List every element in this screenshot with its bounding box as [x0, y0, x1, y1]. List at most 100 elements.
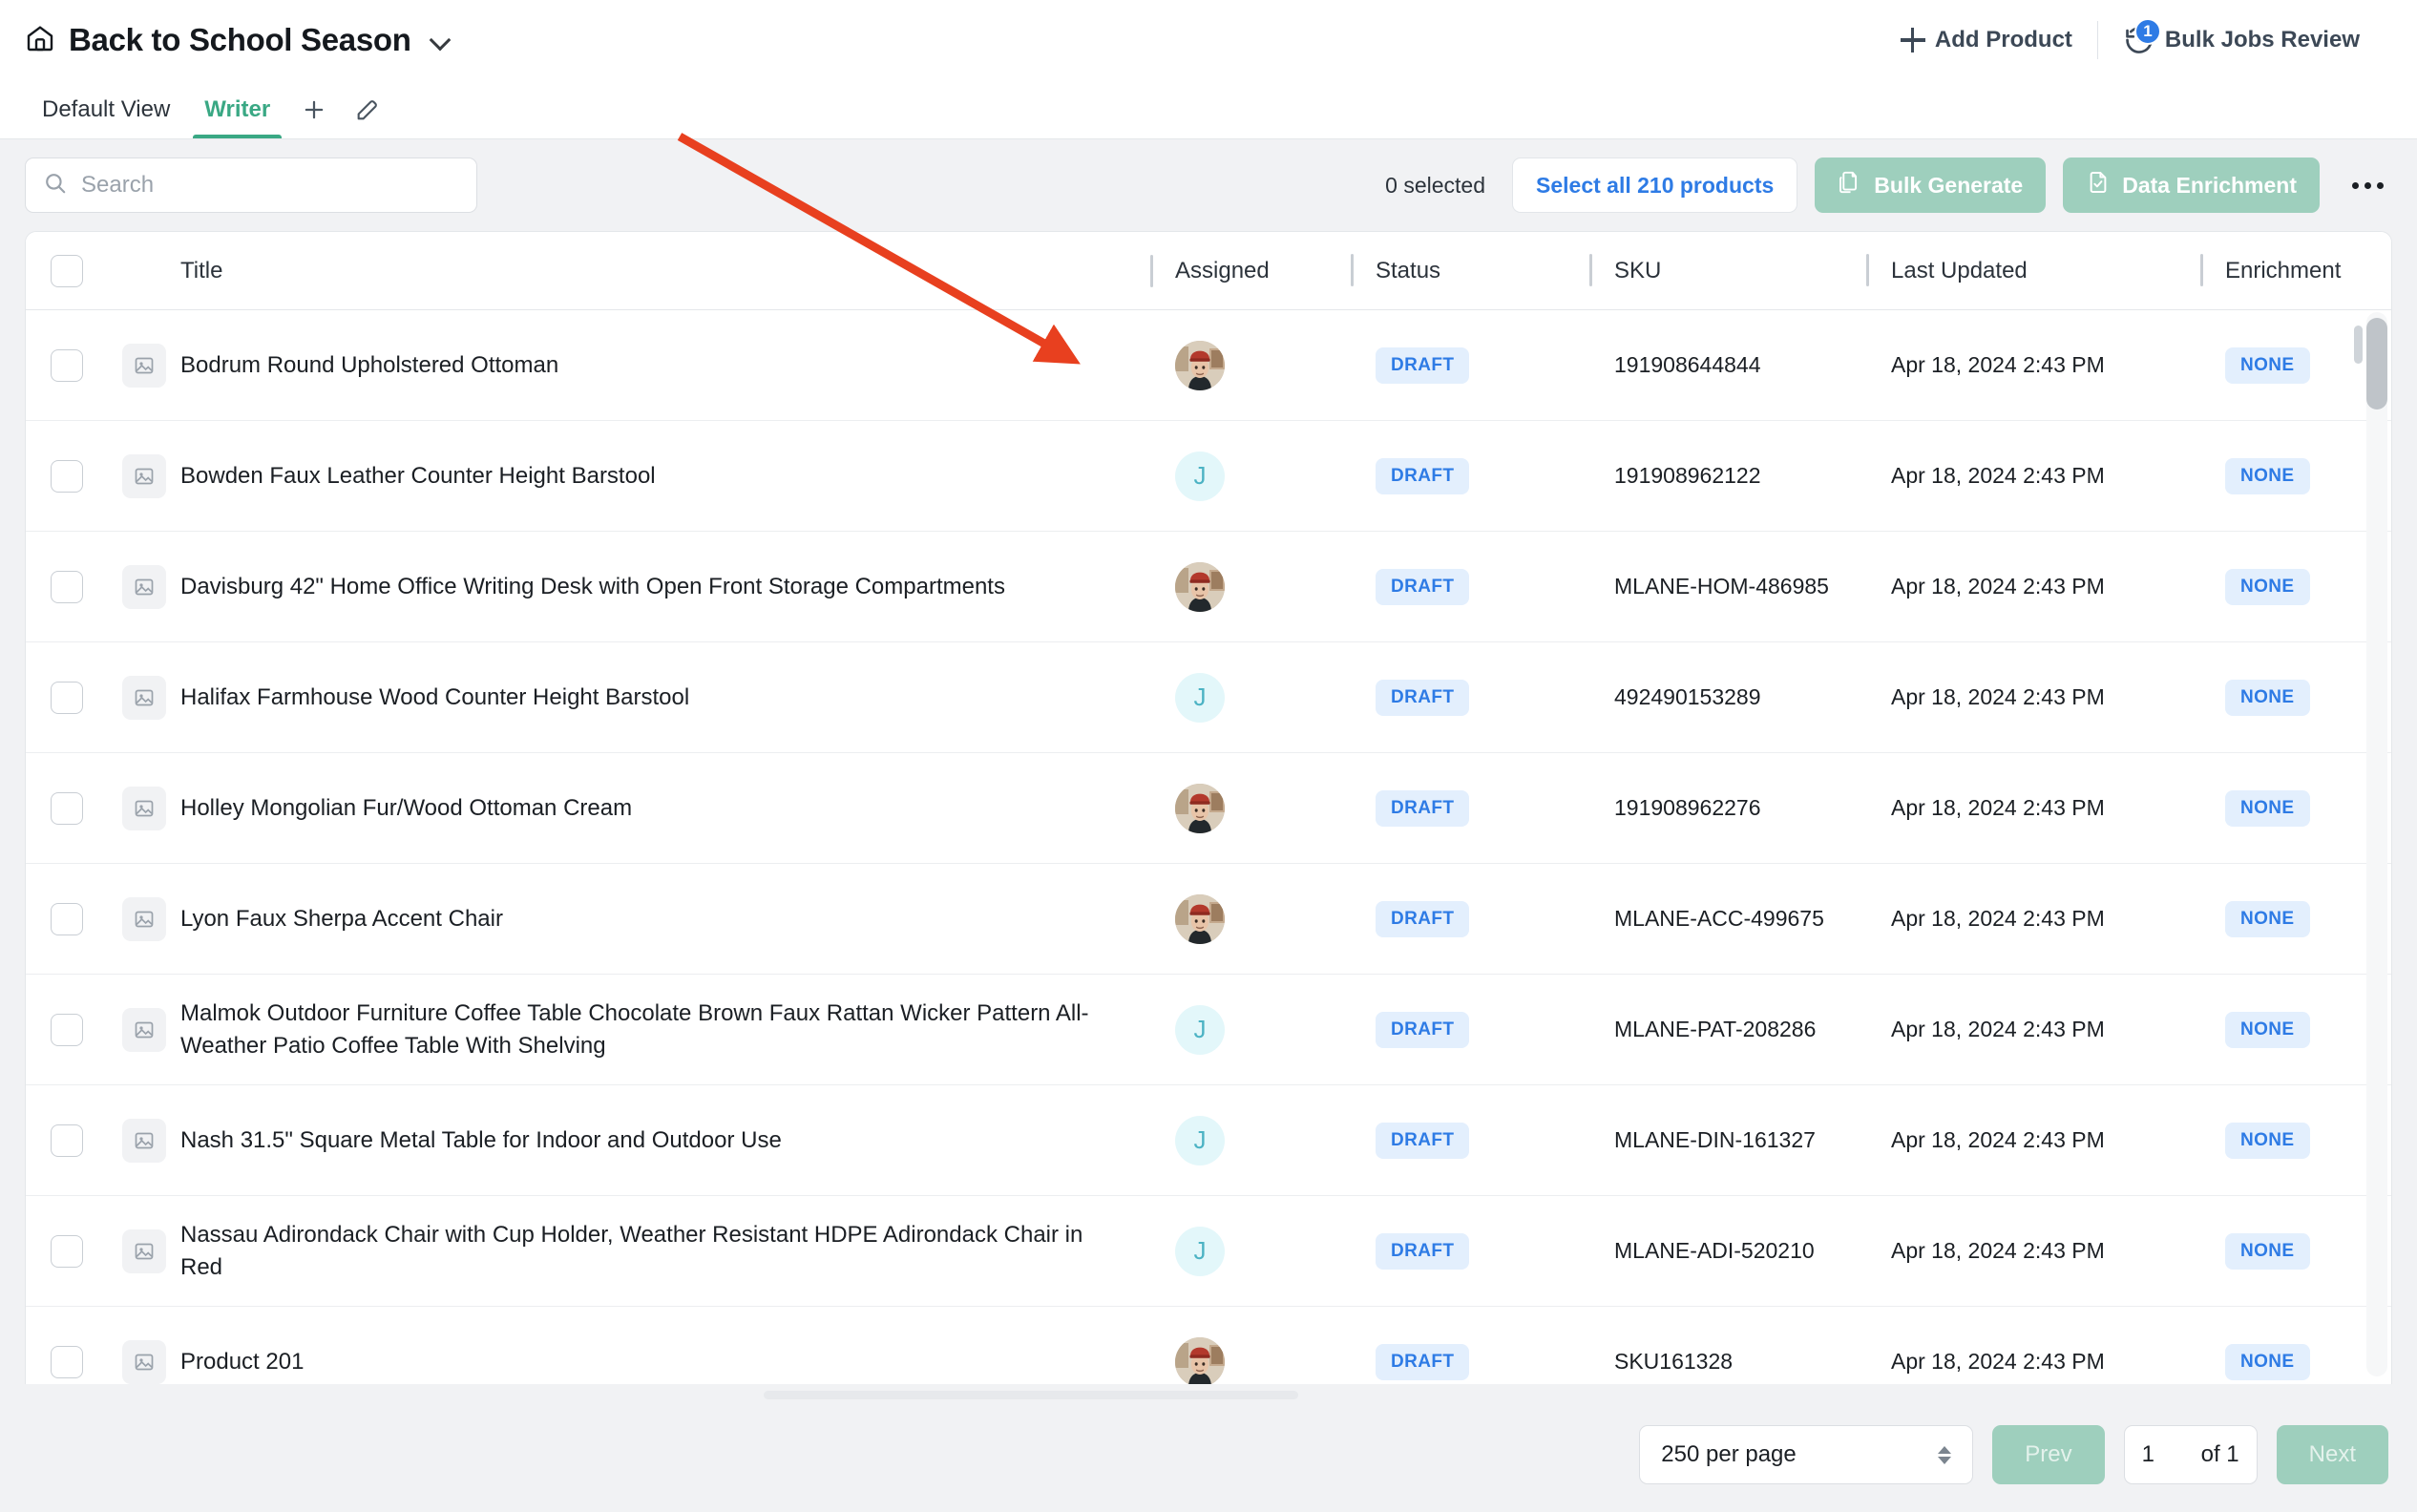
tab-default-view[interactable]: Default View [25, 96, 187, 138]
column-header-title[interactable]: Title [180, 258, 222, 284]
avatar[interactable]: J [1175, 1004, 1225, 1055]
row-title-cell[interactable]: Nassau Adirondack Chair with Cup Holder,… [180, 1219, 1150, 1282]
image-placeholder-icon[interactable] [122, 1228, 166, 1273]
table-row[interactable]: Halifax Farmhouse Wood Counter Height Ba… [26, 642, 2391, 753]
avatar[interactable]: J [1175, 1226, 1225, 1276]
bulk-generate-button[interactable]: Bulk Generate [1815, 158, 2047, 213]
add-product-button[interactable]: Add Product [1876, 17, 2097, 63]
chevron-down-icon[interactable] [431, 31, 450, 50]
row-title-cell[interactable]: Malmok Outdoor Furniture Coffee Table Ch… [180, 998, 1150, 1060]
row-checkbox[interactable] [51, 902, 83, 935]
avatar[interactable]: J [1175, 451, 1225, 501]
row-checkbox[interactable] [51, 1013, 83, 1046]
last-updated-value: Apr 18, 2024 2:43 PM [1891, 905, 2105, 931]
page-number-value[interactable]: 1 [2142, 1441, 2154, 1468]
row-assigned-cell [1150, 783, 1351, 833]
row-checkbox-cell [26, 348, 108, 382]
row-title-cell[interactable]: Lyon Faux Sherpa Accent Chair [180, 903, 1150, 934]
column-resize-handle[interactable] [2354, 326, 2363, 364]
table-row[interactable]: Bowden Faux Leather Counter Height Barst… [26, 421, 2391, 532]
image-placeholder-icon[interactable] [122, 343, 166, 388]
next-page-button[interactable]: Next [2276, 1425, 2388, 1484]
search-box[interactable] [25, 158, 477, 213]
product-title: Product 201 [180, 1348, 305, 1375]
edit-view-button[interactable] [341, 96, 394, 138]
row-title-cell[interactable]: Bodrum Round Upholstered Ottoman [180, 349, 1150, 381]
row-checkbox[interactable] [51, 348, 83, 382]
search-input[interactable] [81, 172, 459, 199]
avatar[interactable] [1175, 561, 1225, 612]
image-placeholder-icon[interactable] [122, 564, 166, 609]
table-row[interactable]: Lyon Faux Sherpa Accent Chair DRAFT MLANE-… [26, 864, 2391, 975]
bulk-jobs-review-button[interactable]: 1 Bulk Jobs Review [2098, 17, 2385, 63]
select-all-checkbox[interactable] [51, 254, 83, 287]
row-title-cell[interactable]: Holley Mongolian Fur/Wood Ottoman Cream [180, 792, 1150, 824]
row-status-cell: DRAFT [1351, 1343, 1589, 1380]
page-number-input-group[interactable]: 1 of 1 [2123, 1425, 2258, 1484]
row-sku-cell: SKU161328 [1589, 1347, 1866, 1377]
table-vertical-scrollbar-thumb[interactable] [2366, 318, 2387, 410]
table-row[interactable]: Bodrum Round Upholstered Ottoman DRAFT 191… [26, 310, 2391, 421]
image-placeholder-icon[interactable] [122, 453, 166, 498]
avatar[interactable]: J [1175, 672, 1225, 723]
image-placeholder-icon[interactable] [122, 1007, 166, 1052]
row-sku-cell: MLANE-ADI-520210 [1589, 1236, 1866, 1267]
row-checkbox[interactable] [51, 459, 83, 493]
row-title-cell[interactable]: Davisburg 42" Home Office Writing Desk w… [180, 571, 1150, 602]
column-header-assigned[interactable]: Assigned [1175, 258, 1270, 284]
column-header-last-updated[interactable]: Last Updated [1891, 258, 2028, 284]
image-placeholder-icon[interactable] [122, 675, 166, 720]
row-checkbox[interactable] [51, 791, 83, 825]
column-header-status[interactable]: Status [1376, 258, 1440, 284]
row-enrichment-cell: NONE [2200, 679, 2391, 716]
row-last-updated-cell: Apr 18, 2024 2:43 PM [1866, 682, 2200, 713]
column-header-enrichment[interactable]: Enrichment [2225, 258, 2341, 284]
per-page-select[interactable]: 250 per page [1639, 1425, 1974, 1484]
add-view-button[interactable] [287, 96, 341, 138]
workspace-selector[interactable]: Back to School Season [25, 22, 450, 58]
table-row[interactable]: Holley Mongolian Fur/Wood Ottoman Cream D… [26, 753, 2391, 864]
prev-page-button[interactable]: Prev [1992, 1425, 2105, 1484]
image-placeholder-icon[interactable] [122, 1118, 166, 1163]
product-catalog-page: Back to School Season Add Product 1 Bulk [0, 0, 2417, 1512]
avatar[interactable] [1175, 893, 1225, 944]
row-checkbox[interactable] [51, 1234, 83, 1268]
row-checkbox[interactable] [51, 1345, 83, 1378]
status-badge: DRAFT [1376, 900, 1470, 937]
row-last-updated-cell: Apr 18, 2024 2:43 PM [1866, 1236, 2200, 1267]
row-checkbox[interactable] [51, 681, 83, 714]
per-page-label: 250 per page [1661, 1441, 1797, 1467]
status-badge: DRAFT [1376, 679, 1470, 716]
avatar[interactable] [1175, 1336, 1225, 1384]
table-vertical-scrollbar-track[interactable] [2366, 312, 2387, 1376]
row-sku-cell: MLANE-ACC-499675 [1589, 904, 1866, 934]
more-horizontal-icon[interactable] [2343, 160, 2392, 210]
row-sku-cell: 191908962276 [1589, 793, 1866, 824]
row-checkbox[interactable] [51, 570, 83, 603]
column-header-sku[interactable]: SKU [1614, 258, 1661, 284]
image-placeholder-icon[interactable] [122, 1339, 166, 1384]
table-row[interactable]: Nash 31.5" Square Metal Table for Indoor… [26, 1085, 2391, 1196]
enrichment-badge: NONE [2225, 568, 2310, 605]
data-enrichment-button[interactable]: Data Enrichment [2063, 158, 2320, 213]
table-row[interactable]: Nassau Adirondack Chair with Cup Holder,… [26, 1196, 2391, 1307]
image-placeholder-icon[interactable] [122, 786, 166, 830]
row-assigned-cell: J [1150, 672, 1351, 723]
row-enrichment-cell: NONE [2200, 346, 2391, 384]
image-placeholder-icon[interactable] [122, 896, 166, 941]
select-all-products-button[interactable]: Select all 210 products [1512, 158, 1798, 213]
avatar[interactable] [1175, 340, 1225, 390]
history-clock-icon: 1 [2123, 18, 2161, 56]
row-title-cell[interactable]: Product 201 [180, 1346, 1150, 1377]
row-checkbox[interactable] [51, 1124, 83, 1157]
avatar[interactable] [1175, 783, 1225, 833]
table-row[interactable]: Malmok Outdoor Furniture Coffee Table Ch… [26, 975, 2391, 1085]
tab-writer[interactable]: Writer [187, 96, 287, 138]
row-title-cell[interactable]: Halifax Farmhouse Wood Counter Height Ba… [180, 682, 1150, 713]
table-row[interactable]: Davisburg 42" Home Office Writing Desk w… [26, 532, 2391, 642]
row-title-cell[interactable]: Bowden Faux Leather Counter Height Barst… [180, 460, 1150, 492]
avatar[interactable]: J [1175, 1115, 1225, 1166]
row-last-updated-cell: Apr 18, 2024 2:43 PM [1866, 461, 2200, 492]
table-row[interactable]: Product 201 DRAFT SKU161328 Apr 18, 2024 2:… [26, 1307, 2391, 1384]
row-title-cell[interactable]: Nash 31.5" Square Metal Table for Indoor… [180, 1124, 1150, 1156]
